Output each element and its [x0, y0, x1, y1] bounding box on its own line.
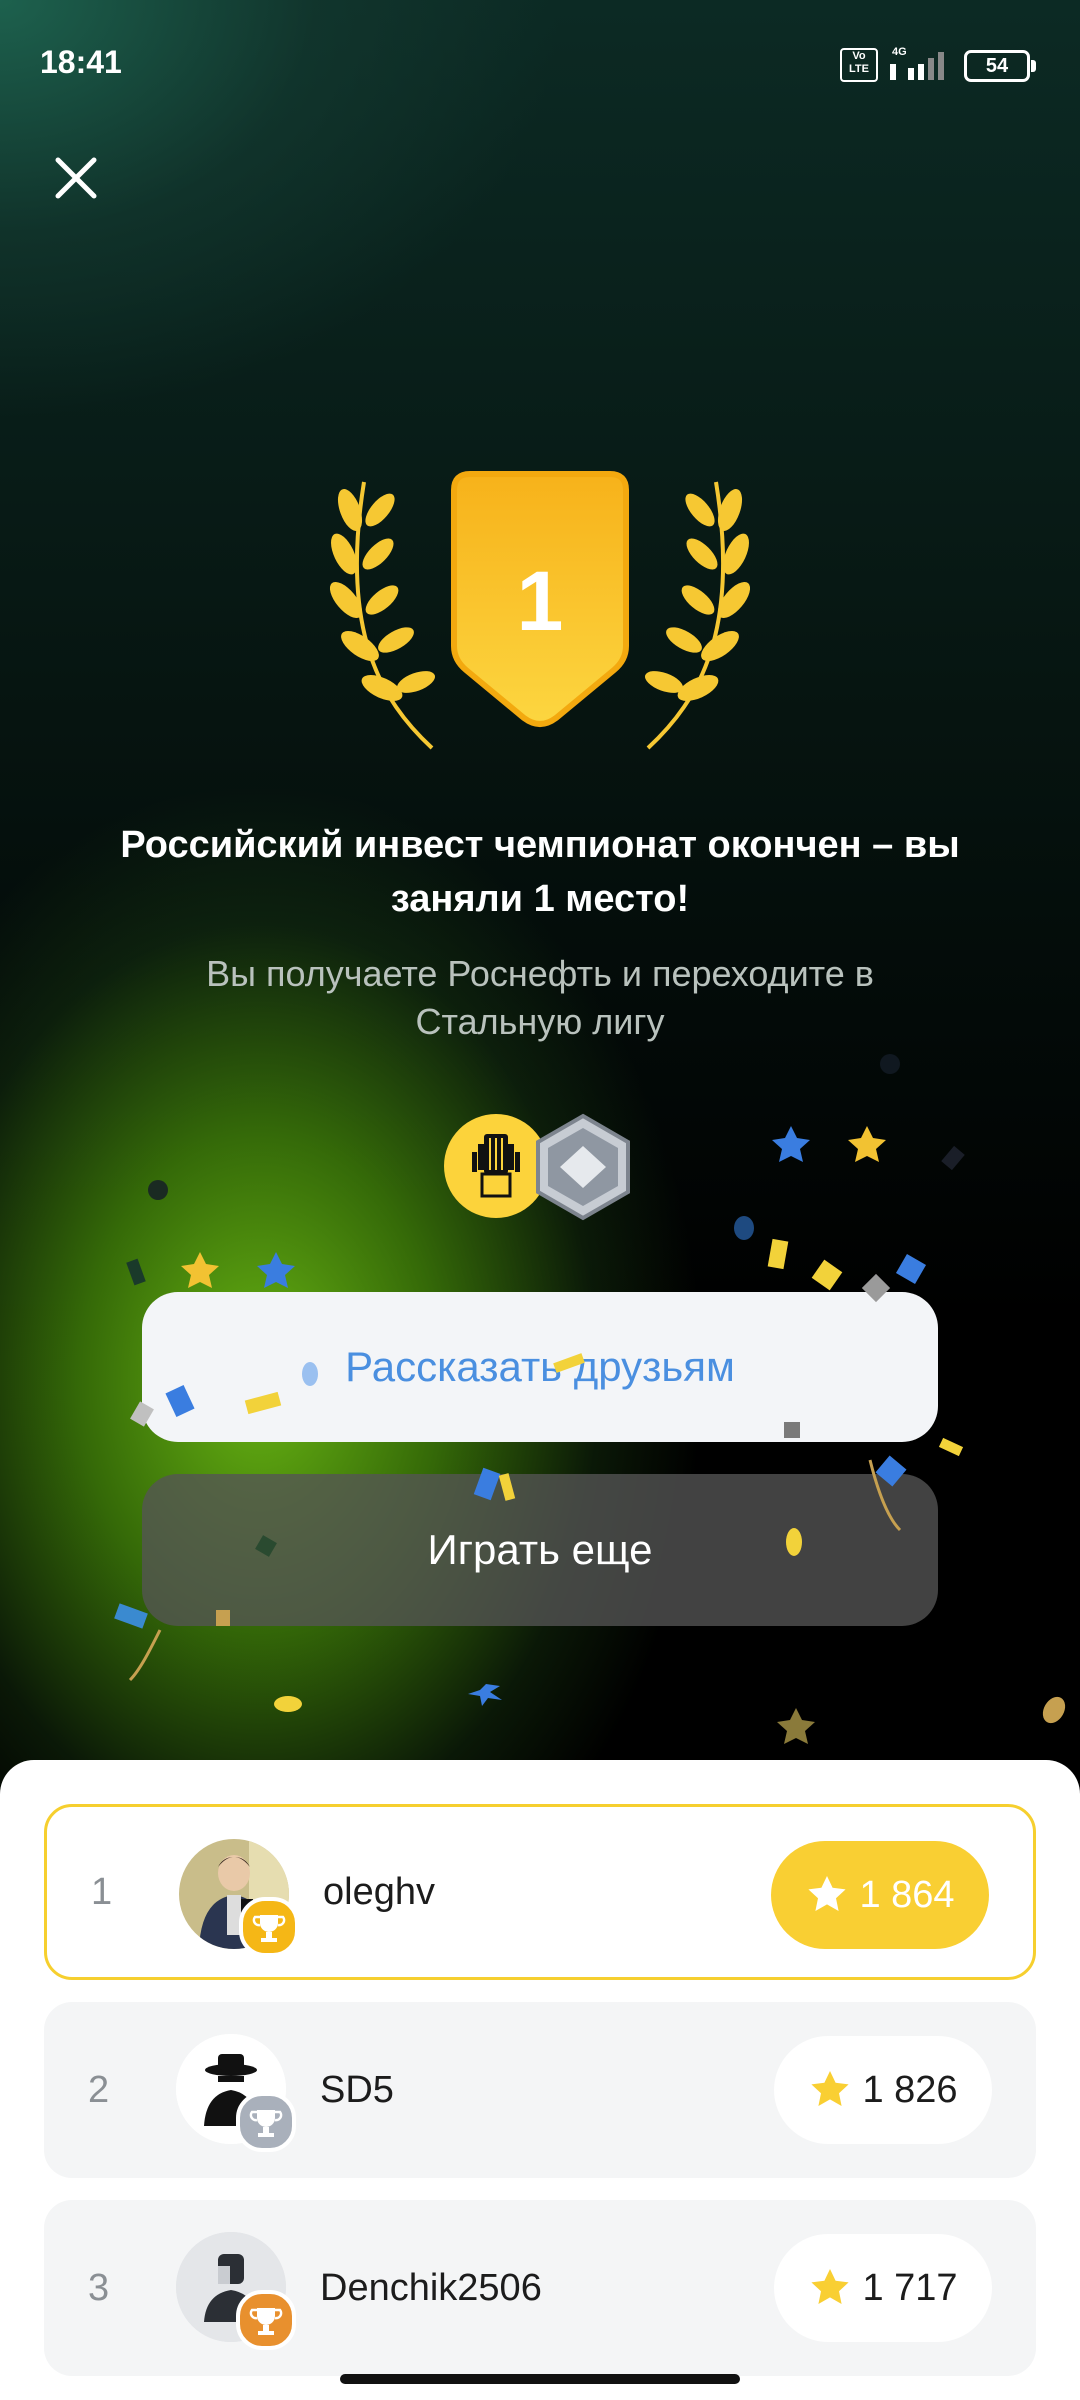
leaderboard-row-3[interactable]: 3 Denchik2506 1 717 — [44, 2200, 1036, 2376]
trophy-icon — [236, 2092, 296, 2152]
signal-icon: 4G — [890, 46, 944, 80]
battery-level: 54 — [985, 55, 1009, 77]
trophy-icon — [239, 1897, 299, 1957]
rank-number: 3 — [88, 2266, 110, 2309]
leaderboard: 1 oleghv 1 864 2 SD5 1 826 3 Denchik2506… — [0, 1760, 1080, 2400]
result-headline: Российский инвест чемпионат окончен – вы… — [120, 824, 960, 920]
home-indicator[interactable] — [340, 2374, 740, 2384]
score-badge: 1 864 — [771, 1841, 989, 1949]
play-again-button[interactable]: Играть еще — [142, 1474, 938, 1626]
laurel-right-icon — [644, 481, 751, 750]
close-icon[interactable] — [48, 150, 104, 206]
rewards — [440, 1112, 640, 1222]
username: Denchik2506 — [320, 2266, 542, 2309]
score-badge: 1 717 — [774, 2234, 992, 2342]
status-time: 18:41 — [40, 44, 122, 80]
play-again-button-label: Играть еще — [427, 1526, 653, 1573]
share-button-label: Рассказать друзьям — [345, 1343, 735, 1390]
score-value: 1 864 — [859, 1873, 955, 1916]
result-subtitle: Вы получаете Роснефть и переходите в Ста… — [206, 953, 874, 1042]
network-label: 4G — [892, 46, 907, 58]
laurel-left-icon — [329, 481, 436, 750]
trophy-icon — [236, 2290, 296, 2350]
score-badge: 1 826 — [774, 2036, 992, 2144]
rank-number: 2 — [88, 2068, 110, 2111]
leaderboard-row-2[interactable]: 2 SD5 1 826 — [44, 2002, 1036, 2178]
status-bar: 18:41 Vo LTE 4G 54 — [0, 0, 1080, 130]
star-icon — [811, 2269, 850, 2304]
leaderboard-row-1[interactable]: 1 oleghv 1 864 — [44, 1804, 1036, 1980]
score-value: 1 826 — [862, 2068, 958, 2111]
score-value: 1 717 — [862, 2266, 958, 2309]
laurel-shield-icon: 1 — [329, 471, 751, 750]
star-icon — [808, 1876, 847, 1911]
volte-icon: Vo LTE — [840, 48, 878, 82]
username: oleghv — [323, 1870, 435, 1913]
steel-league-icon — [536, 1113, 630, 1221]
battery-icon: 54 — [964, 50, 1036, 82]
share-button[interactable]: Рассказать друзьям — [142, 1292, 938, 1442]
place-number: 1 — [517, 554, 564, 648]
username: SD5 — [320, 2068, 394, 2111]
rank-number: 1 — [91, 1870, 113, 1913]
star-icon — [811, 2071, 850, 2106]
